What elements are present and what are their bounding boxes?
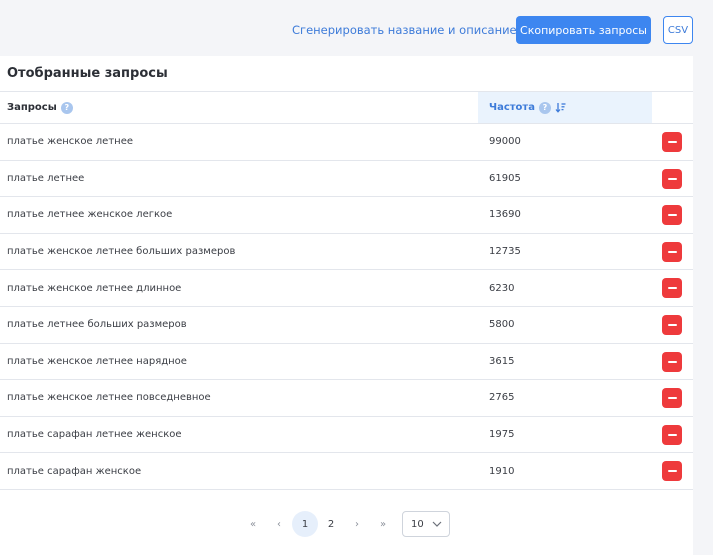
table-row: платье летнее больших размеров 5800 bbox=[0, 307, 693, 344]
frequency-cell: 99000 bbox=[489, 136, 521, 148]
remove-query-button[interactable] bbox=[662, 278, 682, 299]
column-header-queries: Запросы ? bbox=[7, 92, 73, 123]
remove-query-button[interactable] bbox=[662, 241, 682, 262]
frequency-cell: 5800 bbox=[489, 319, 515, 331]
minus-icon bbox=[667, 470, 677, 473]
minus-icon bbox=[667, 250, 677, 253]
page-size-select[interactable]: 10 bbox=[402, 511, 450, 537]
minus-icon bbox=[667, 323, 677, 326]
next-page-button[interactable]: › bbox=[344, 511, 370, 537]
table-row: платье сарафан женское 1910 bbox=[0, 453, 693, 490]
pagination: « ‹ 1 2 › » 10 bbox=[240, 511, 450, 537]
remove-query-button[interactable] bbox=[662, 351, 682, 372]
frequency-cell: 12735 bbox=[489, 246, 521, 258]
toolbar: Сгенерировать название и описание Скопир… bbox=[0, 0, 713, 56]
minus-icon bbox=[667, 397, 677, 400]
table-row: платье сарафан летнее женское 1975 bbox=[0, 417, 693, 454]
table-row: платье летнее женское легкое 13690 bbox=[0, 197, 693, 234]
table-row: платье женское летнее повседневное 2765 bbox=[0, 380, 693, 417]
table-header: Запросы ? Частота ? bbox=[0, 91, 693, 124]
query-cell: платье сарафан женское bbox=[7, 465, 142, 477]
minus-icon bbox=[667, 287, 677, 290]
column-header-frequency[interactable]: Частота ? bbox=[478, 92, 652, 123]
query-cell: платье женское летнее нарядное bbox=[7, 355, 187, 367]
minus-icon bbox=[667, 360, 677, 363]
column-header-frequency-label: Частота bbox=[489, 102, 535, 113]
table-row: платье женское летнее длинное 6230 bbox=[0, 270, 693, 307]
copy-queries-button[interactable]: Скопировать запросы bbox=[516, 16, 651, 44]
query-cell: платье летнее больших размеров bbox=[7, 319, 187, 331]
help-circle-icon[interactable]: ? bbox=[538, 101, 551, 114]
csv-export-button[interactable]: CSV bbox=[663, 16, 693, 44]
frequency-cell: 1910 bbox=[489, 465, 515, 477]
minus-icon bbox=[667, 214, 677, 217]
query-cell: платье сарафан летнее женское bbox=[7, 429, 182, 441]
query-cell: платье летнее женское легкое bbox=[7, 209, 173, 221]
table-row: платье женское летнее нарядное 3615 bbox=[0, 344, 693, 381]
remove-query-button[interactable] bbox=[662, 205, 682, 226]
minus-icon bbox=[667, 141, 677, 143]
frequency-cell: 13690 bbox=[489, 209, 521, 221]
page-button-2[interactable]: 2 bbox=[318, 511, 344, 537]
panel-title: Отобранные запросы bbox=[7, 66, 168, 81]
query-table-body: платье женское летнее 99000 платье летне… bbox=[0, 124, 693, 490]
frequency-cell: 2765 bbox=[489, 392, 515, 404]
chevron-down-icon bbox=[432, 521, 442, 527]
last-page-button[interactable]: » bbox=[370, 511, 396, 537]
query-cell: платье летнее bbox=[7, 172, 85, 184]
remove-query-button[interactable] bbox=[662, 461, 682, 482]
query-cell: платье женское летнее больших размеров bbox=[7, 246, 236, 258]
remove-query-button[interactable] bbox=[662, 168, 682, 189]
frequency-cell: 61905 bbox=[489, 172, 521, 184]
page-size-value: 10 bbox=[411, 518, 424, 530]
page-button-1[interactable]: 1 bbox=[292, 511, 318, 537]
query-cell: платье женское летнее повседневное bbox=[7, 392, 211, 404]
frequency-cell: 6230 bbox=[489, 282, 515, 294]
remove-query-button[interactable] bbox=[662, 424, 682, 445]
sort-descending-icon[interactable] bbox=[555, 102, 566, 113]
column-header-queries-label: Запросы bbox=[7, 102, 57, 113]
minus-icon bbox=[667, 177, 677, 180]
remove-query-button[interactable] bbox=[662, 132, 682, 152]
frequency-cell: 3615 bbox=[489, 355, 515, 367]
minus-icon bbox=[667, 433, 677, 436]
table-row: платье женское летнее больших размеров 1… bbox=[0, 234, 693, 271]
help-circle-icon[interactable]: ? bbox=[60, 101, 73, 114]
remove-query-button[interactable] bbox=[662, 314, 682, 335]
first-page-button[interactable]: « bbox=[240, 511, 266, 537]
table-row: платье женское летнее 99000 bbox=[0, 124, 693, 161]
selected-queries-panel: Отобранные запросы Запросы ? Частота ? п… bbox=[0, 56, 693, 555]
generate-title-description-link[interactable]: Сгенерировать название и описание bbox=[292, 23, 517, 37]
query-cell: платье женское летнее длинное bbox=[7, 282, 182, 294]
prev-page-button[interactable]: ‹ bbox=[266, 511, 292, 537]
table-row: платье летнее 61905 bbox=[0, 161, 693, 198]
query-cell: платье женское летнее bbox=[7, 136, 134, 148]
frequency-cell: 1975 bbox=[489, 429, 515, 441]
remove-query-button[interactable] bbox=[662, 388, 682, 409]
